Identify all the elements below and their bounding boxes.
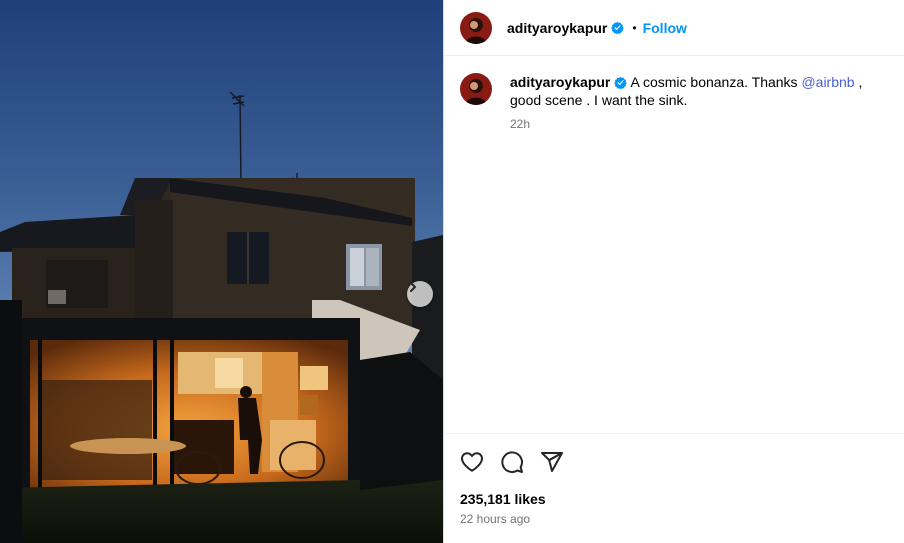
follow-button[interactable]: Follow	[643, 20, 687, 36]
action-bar	[460, 450, 564, 474]
post-view: adityaroykapur • Follow adityaroykapur A	[0, 0, 904, 543]
post-actions-section: 235,181 likes 22 hours ago	[444, 433, 904, 526]
comment-bubble-icon[interactable]	[500, 450, 524, 474]
chevron-right-icon	[410, 282, 416, 292]
caption-text: A cosmic bonanza. Thanks	[630, 74, 798, 90]
paper-plane-icon[interactable]	[540, 450, 564, 474]
house-at-dusk-photo	[0, 0, 443, 543]
comment-timestamp[interactable]: 22h	[510, 115, 890, 133]
avatar[interactable]	[460, 11, 492, 44]
post-side-panel: adityaroykapur • Follow adityaroykapur A	[443, 0, 904, 543]
avatar[interactable]	[460, 73, 492, 105]
post-timestamp[interactable]: 22 hours ago	[460, 512, 530, 526]
heart-icon[interactable]	[460, 450, 484, 474]
post-photo	[0, 0, 443, 543]
username-link[interactable]: adityaroykapur	[507, 20, 607, 36]
verified-badge-icon	[611, 21, 625, 34]
likes-count[interactable]: 235,181 likes	[460, 491, 546, 507]
caption-comment: adityaroykapur A cosmic bonanza. Thanks …	[460, 73, 904, 133]
separator-dot: •	[632, 20, 637, 35]
next-photo-button[interactable]	[407, 281, 433, 307]
mention-link[interactable]: @airbnb	[801, 74, 854, 90]
verified-badge-icon	[614, 76, 628, 89]
caption-username-link[interactable]: adityaroykapur	[510, 74, 610, 90]
caption-body: adityaroykapur A cosmic bonanza. Thanks …	[510, 73, 890, 133]
post-header: adityaroykapur • Follow	[444, 0, 904, 56]
